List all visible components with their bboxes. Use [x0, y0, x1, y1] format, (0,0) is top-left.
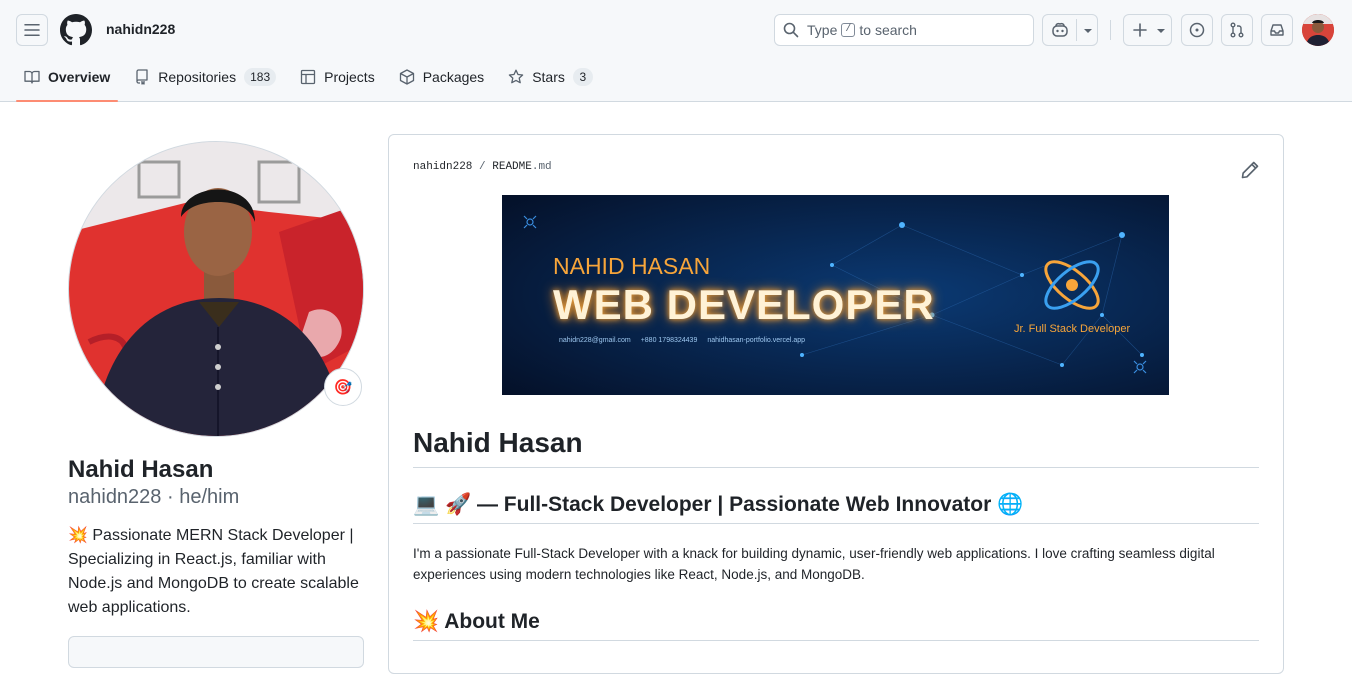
menu-button[interactable] [16, 14, 48, 46]
readme-path-extension: .md [531, 161, 552, 173]
plus-icon [1133, 23, 1147, 37]
tab-projects-label: Projects [324, 69, 375, 85]
search-icon [783, 22, 799, 38]
repo-icon [136, 69, 148, 85]
header-divider [1110, 20, 1111, 40]
readme-intro-paragraph: I'm a passionate Full-Stack Developer wi… [413, 546, 1215, 582]
book-icon [24, 70, 40, 84]
readme-path: nahidn228 / README.md [413, 161, 552, 173]
profile-tabs: Overview Repositories 183 Projects Packa… [16, 58, 609, 102]
package-icon [399, 69, 414, 85]
banner-contacts: nahidn228@gmail.com +880 1798324439 nahi… [559, 337, 805, 344]
search-suffix: to search [859, 22, 917, 38]
search-shortcut-key: / [841, 23, 856, 37]
readme-path-separator: / [479, 161, 486, 173]
readme-path-user[interactable]: nahidn228 [413, 161, 472, 173]
repositories-count-badge: 183 [244, 68, 277, 86]
tab-projects[interactable]: Projects [292, 58, 383, 96]
tab-packages[interactable]: Packages [391, 58, 492, 96]
inbox-button[interactable] [1261, 14, 1293, 46]
tab-overview-label: Overview [48, 69, 111, 85]
issue-opened-icon [1189, 22, 1205, 38]
readme-path-file[interactable]: README [492, 161, 532, 173]
status-emoji-button[interactable]: 🎯 [324, 368, 362, 406]
chevron-down-icon [1084, 29, 1092, 33]
readme-banner-image: NAHID HASAN WEB DEVELOPER nahidn228@gmai… [502, 195, 1169, 395]
tab-repositories-label: Repositories [158, 69, 237, 85]
profile-username-breadcrumb[interactable]: nahidn228 [106, 21, 175, 37]
create-new-button[interactable] [1123, 14, 1172, 46]
profile-avatar[interactable] [68, 141, 364, 437]
table-icon [300, 69, 316, 85]
inbox-icon [1270, 24, 1284, 36]
stars-count-badge: 3 [572, 68, 593, 86]
search-prefix: Type [807, 22, 838, 38]
readme-heading-intro: 💻 🚀 — Full-Stack Developer | Passionate … [413, 493, 1259, 524]
tab-packages-label: Packages [422, 69, 485, 85]
tab-repositories[interactable]: Repositories 183 [126, 58, 284, 96]
chevron-down-icon [1157, 29, 1165, 33]
edit-readme-pencil-icon[interactable] [1240, 160, 1260, 180]
banner-phone: +880 1798324439 [640, 337, 698, 344]
banner-big-title: WEB DEVELOPER [553, 281, 935, 328]
readme-heading-about: 💥 About Me [413, 610, 1259, 641]
app-header: nahidn228 Type / to search Overview Repo… [0, 0, 1352, 102]
tab-stars-label: Stars [532, 69, 565, 85]
banner-site: nahidhasan-portfolio.vercel.app [707, 337, 806, 344]
star-icon [508, 69, 524, 84]
banner-role: Jr. Full Stack Developer [1014, 323, 1131, 335]
search-input[interactable]: Type / to search [774, 14, 1034, 46]
pull-requests-button[interactable] [1221, 14, 1253, 46]
readme-heading-name: Nahid Hasan [413, 427, 1259, 468]
user-avatar[interactable] [1302, 14, 1334, 46]
banner-small-title: NAHID HASAN [553, 253, 711, 279]
copilot-icon [1052, 22, 1068, 37]
profile-login-pronouns: nahidn228 · he/him [68, 486, 240, 508]
profile-full-name: Nahid Hasan [68, 456, 214, 483]
banner-email: nahidn228@gmail.com [559, 337, 631, 344]
profile-bio: 💥 Passionate MERN Stack Developer | Spec… [68, 527, 359, 616]
hamburger-icon [24, 24, 40, 36]
git-pull-request-icon [1230, 22, 1244, 38]
edit-profile-button[interactable] [68, 636, 364, 668]
issues-button[interactable] [1181, 14, 1213, 46]
tab-stars[interactable]: Stars 3 [500, 58, 601, 96]
copilot-button[interactable] [1042, 14, 1098, 46]
github-logo-icon[interactable] [60, 14, 92, 46]
tab-overview[interactable]: Overview [16, 58, 119, 102]
